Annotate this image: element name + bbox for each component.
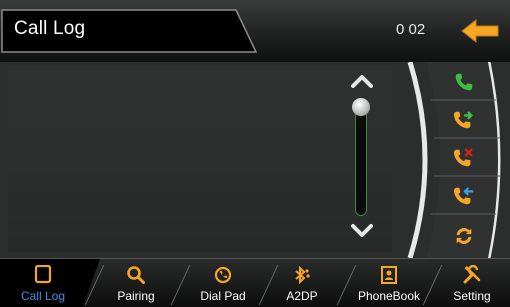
- bottom-tab-bar: Call Log Pairing Dial Pad A2DP PhoneBook…: [0, 258, 510, 307]
- sync-button[interactable]: [436, 218, 492, 254]
- phone-outgoing-icon: [453, 111, 473, 129]
- outgoing-calls-button[interactable]: [436, 102, 492, 138]
- phone-book-outline-icon: [32, 264, 54, 286]
- scrollbar-thumb[interactable]: [352, 98, 370, 116]
- tab-phonebook[interactable]: PhoneBook: [342, 259, 436, 307]
- scroll-down-button[interactable]: [350, 222, 374, 240]
- phone-icon: [455, 73, 473, 91]
- header-bar: Call Log 0 02: [0, 0, 510, 62]
- tab-dial-pad[interactable]: Dial Pad: [182, 259, 264, 307]
- scroll-up-button[interactable]: [350, 72, 374, 90]
- tab-a2dp[interactable]: A2DP: [266, 259, 338, 307]
- tab-label: Dial Pad: [200, 289, 246, 303]
- sync-icon: [456, 228, 472, 244]
- call-log-list[interactable]: [8, 66, 392, 252]
- title-box: Call Log: [0, 8, 258, 54]
- tab-setting[interactable]: Setting: [434, 259, 510, 307]
- chevron-down-icon: [351, 224, 373, 237]
- dialed-calls-button[interactable]: [436, 64, 492, 100]
- side-action-panel: [404, 62, 504, 258]
- tab-label: PhoneBook: [357, 289, 421, 303]
- missed-calls-button[interactable]: [436, 140, 492, 176]
- call-counter: 0 02: [396, 21, 426, 38]
- phone-missed-icon: [453, 148, 473, 167]
- tab-label: Call Log: [20, 289, 66, 303]
- back-arrow-icon: [461, 18, 499, 44]
- contacts-icon: [378, 264, 400, 286]
- tab-label: A2DP: [286, 289, 318, 303]
- received-calls-button[interactable]: [436, 178, 492, 214]
- page-title: Call Log: [14, 18, 86, 39]
- tab-call-log[interactable]: Call Log: [0, 259, 86, 307]
- content-area: [0, 62, 510, 258]
- back-button[interactable]: [458, 16, 502, 46]
- bluetooth-music-icon: [291, 264, 313, 286]
- tab-label: Pairing: [117, 289, 155, 303]
- chevron-up-icon: [351, 75, 373, 88]
- phone-incoming-icon: [453, 187, 474, 205]
- tab-label: Setting: [453, 289, 491, 303]
- tools-icon: [461, 264, 483, 286]
- dial-icon: [212, 264, 234, 286]
- tab-pairing[interactable]: Pairing: [96, 259, 176, 307]
- search-icon: [125, 264, 147, 286]
